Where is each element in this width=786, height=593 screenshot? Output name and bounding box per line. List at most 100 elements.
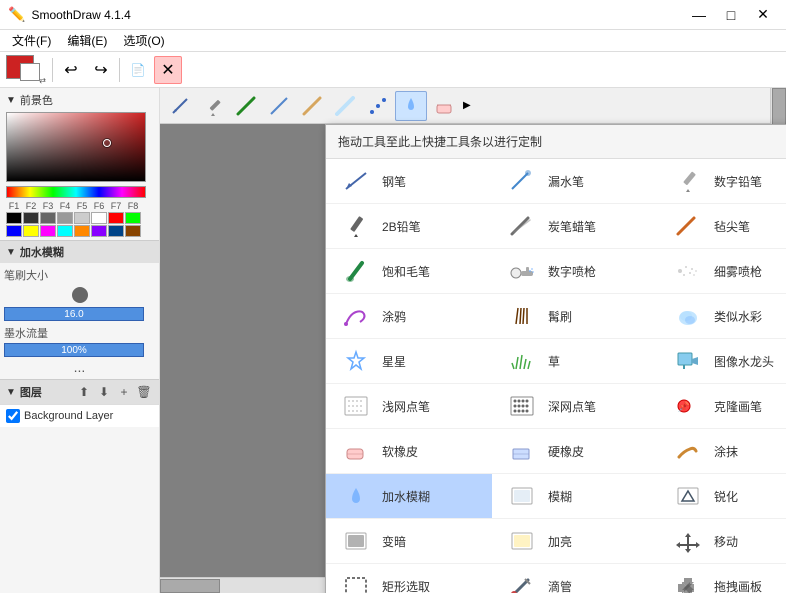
close-button[interactable]: ✕ (748, 5, 778, 25)
tool-item-felttip[interactable]: 毡尖笔 (658, 204, 786, 249)
swatch-red[interactable] (108, 212, 124, 224)
graffiti-icon (340, 302, 372, 330)
swatch-gray[interactable] (40, 212, 56, 224)
background-color-swatch[interactable] (20, 63, 40, 81)
brush-tool-5[interactable] (296, 91, 328, 121)
tool-item-finespray[interactable]: 细雾喷枪 (658, 249, 786, 294)
waterblur-icon (340, 482, 372, 510)
tool-item-spray[interactable]: 数字喷枪 (492, 249, 658, 294)
swatch-cyan[interactable] (57, 225, 73, 237)
tool-item-brush[interactable]: 饱和毛笔 (326, 249, 492, 294)
brush-tool-4[interactable] (263, 91, 295, 121)
tool-item-harderaser[interactable]: 硬橡皮 (492, 429, 658, 474)
tool-item-leakpen[interactable]: 漏水笔 (492, 159, 658, 204)
menu-edit[interactable]: 编辑(E) (59, 30, 115, 51)
tool-item-dragcanvas[interactable]: 拖拽画板 (658, 564, 786, 593)
swatch-black[interactable] (6, 212, 22, 224)
tool-item-waterblur[interactable]: 加水模糊 (326, 474, 492, 519)
menu-options[interactable]: 选项(O) (115, 30, 172, 51)
tool-item-darkdots[interactable]: 深网点笔 (492, 384, 658, 429)
swatch-darkgray[interactable] (23, 212, 39, 224)
tool-item-bristle[interactable]: 髯刷 (492, 294, 658, 339)
swatch-blue[interactable] (6, 225, 22, 237)
swatch-brown[interactable] (125, 225, 141, 237)
color-gradient[interactable] (6, 112, 146, 182)
brush-tool-eraser[interactable] (428, 91, 460, 121)
maximize-button[interactable]: □ (716, 5, 746, 25)
dragcanvas-icon (672, 572, 704, 593)
size-slider-track[interactable]: 16.0 (4, 307, 144, 321)
tool-item-watercolor[interactable]: 类似水彩 (658, 294, 786, 339)
swatch-midgray[interactable] (57, 212, 73, 224)
eyedropper-icon (506, 572, 538, 593)
scrollbar-horizontal-thumb[interactable] (160, 579, 220, 593)
blur-section-header[interactable]: ▼ 加水模糊 (0, 240, 159, 263)
swatch-lightgray[interactable] (74, 212, 90, 224)
tool-item-grass[interactable]: 草 (492, 339, 658, 384)
tool-item-lightdots[interactable]: 浅网点笔 (326, 384, 492, 429)
bristle-icon (506, 302, 538, 330)
redo-button[interactable]: ↪ (87, 56, 115, 84)
swatch-yellow[interactable] (23, 225, 39, 237)
brush-tool-6[interactable] (329, 91, 361, 121)
tool-item-lighten[interactable]: 加亮 (492, 519, 658, 564)
graffiti-label: 涂鸦 (382, 308, 406, 325)
tool-item-darken[interactable]: 变暗 (326, 519, 492, 564)
tool-item-softeraser[interactable]: 软橡皮 (326, 429, 492, 474)
scrollbar-vertical-thumb[interactable] (772, 88, 786, 128)
minimize-button[interactable]: — (684, 5, 714, 25)
tool-item-eyedropper[interactable]: 滴管 (492, 564, 658, 593)
tool-item-digital-pencil[interactable]: 数字铅笔 (658, 159, 786, 204)
danger-button[interactable]: ✕ (154, 56, 182, 84)
blur2-label: 模糊 (548, 488, 572, 505)
tool-item-star[interactable]: 星星 (326, 339, 492, 384)
swatch-white[interactable] (91, 212, 107, 224)
tool-item-rectselect[interactable]: 矩形选取 (326, 564, 492, 593)
new-button[interactable]: 📄 (124, 56, 152, 84)
brush-tool-pencil[interactable] (197, 91, 229, 121)
smear-icon (672, 437, 704, 465)
tool-item-graffiti[interactable]: 涂鸦 (326, 294, 492, 339)
layer-delete-button[interactable]: 🗑 (135, 383, 153, 401)
brush-tool-water[interactable] (395, 91, 427, 121)
brush-toolbar-arrow[interactable]: ▶ (461, 98, 473, 113)
tool-item-2bpencil[interactable]: 2B铅笔 (326, 204, 492, 249)
titlebar-controls: — □ ✕ (684, 5, 778, 25)
menu-file[interactable]: 文件(F) (4, 30, 59, 51)
ink-slider[interactable]: 100% (4, 343, 144, 357)
tool-item-charcoal[interactable]: 炭笔蜡笔 (492, 204, 658, 249)
color-swatch-area[interactable]: ⇄ (4, 53, 48, 87)
brush-tool-pen[interactable] (164, 91, 196, 121)
tool-item-imagefaucet[interactable]: 图像水龙头 (658, 339, 786, 384)
hue-slider[interactable] (6, 186, 146, 198)
spray-icon (506, 257, 538, 285)
swatch-green[interactable] (125, 212, 141, 224)
brush-tool-7[interactable] (362, 91, 394, 121)
tool-item-sharpen[interactable]: 锐化 (658, 474, 786, 519)
charcoal-icon (506, 212, 538, 240)
swatch-magenta[interactable] (40, 225, 56, 237)
layer-down-button[interactable]: ⬇ (95, 383, 113, 401)
swatch-orange[interactable] (74, 225, 90, 237)
canvas-area[interactable]: ▶ 拖动工具至此上快捷工具条以进行定制 钢笔 漏水笔 (160, 88, 786, 593)
swatch-darkblue[interactable] (108, 225, 124, 237)
tool-item-move[interactable]: 移动 (658, 519, 786, 564)
undo-button[interactable]: ↩ (57, 56, 85, 84)
swatch-purple[interactable] (91, 225, 107, 237)
dropdown-grid: 钢笔 漏水笔 数字铅笔 (326, 159, 786, 593)
tool-item-smear[interactable]: 涂抹 (658, 429, 786, 474)
size-circle-container (4, 287, 155, 303)
tool-item-blur2[interactable]: 模糊 (492, 474, 658, 519)
tool-item-pen[interactable]: 钢笔 (326, 159, 492, 204)
titlebar-left: ✏️ SmoothDraw 4.1.4 (8, 6, 131, 23)
color-swap-icon[interactable]: ⇄ (39, 76, 46, 85)
layers-collapse-icon[interactable]: ▼ (6, 387, 16, 398)
layer-visibility-checkbox[interactable] (6, 409, 20, 423)
size-slider-container[interactable]: 16.0 (4, 307, 155, 321)
layer-background[interactable]: Background Layer (0, 404, 159, 427)
tool-item-clone[interactable]: 📌 克隆画笔 (658, 384, 786, 429)
move-label: 移动 (714, 533, 738, 550)
brush-tool-3[interactable] (230, 91, 262, 121)
layer-add-button[interactable]: + (115, 383, 133, 401)
layer-up-button[interactable]: ⬆ (75, 383, 93, 401)
